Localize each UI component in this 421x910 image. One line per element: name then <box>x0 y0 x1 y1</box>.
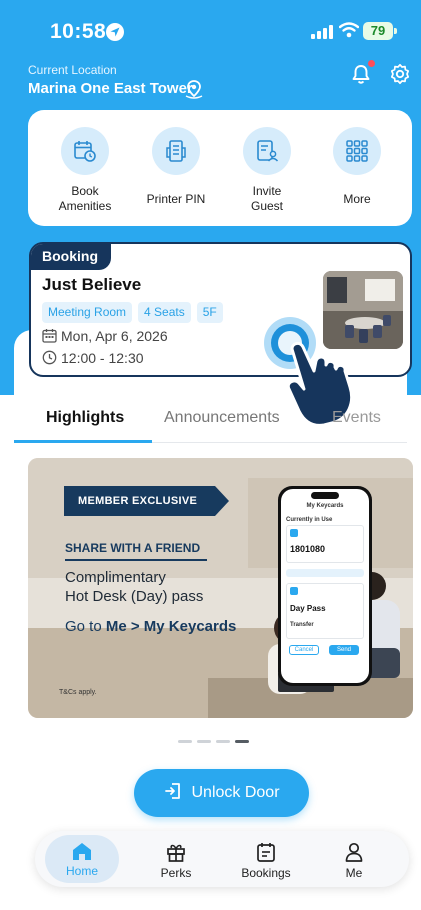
nav-bookings-label: Bookings <box>241 866 291 880</box>
nav-home[interactable]: Home <box>45 835 119 883</box>
banner-offer: Complimentary Hot Desk (Day) pass <box>65 568 203 606</box>
chip-seats: 4 Seats <box>138 302 191 323</box>
settings-gear-icon[interactable] <box>389 63 411 85</box>
notification-badge <box>368 60 375 67</box>
booking-date-row: Mon, Apr 6, 2026 <box>42 328 168 344</box>
phone-send: Send <box>329 645 359 655</box>
phone-pass-card: Day Pass Transfer <box>286 583 364 639</box>
phone-transfer: Transfer <box>290 622 314 628</box>
bottom-navigation: Home Perks Bookings Me <box>35 831 409 887</box>
nav-perks[interactable]: Perks <box>141 831 211 887</box>
quick-action-book-amenities[interactable]: Book Amenities <box>42 127 128 214</box>
banner-goto-path: Me > My Keycards <box>105 618 237 635</box>
grid-icon <box>333 127 381 175</box>
door-enter-icon <box>165 783 181 799</box>
phone-screen: My Keycards Currently in Use 1801080 Day… <box>281 489 369 683</box>
nav-me[interactable]: Me <box>319 831 389 887</box>
location-services-icon <box>106 23 124 41</box>
status-bar: 10:58 79 <box>0 0 421 60</box>
calendar-clock-icon <box>61 127 109 175</box>
quick-action-label: Book Amenities <box>58 184 112 213</box>
banner-offer-line2: Hot Desk (Day) pass <box>65 588 204 605</box>
chip-floor: 5F <box>196 302 223 323</box>
phone-pass-title: Day Pass <box>290 604 326 613</box>
banner-headline: SHARE WITH A FRIEND <box>65 541 201 555</box>
banner-instruction: Go to Me > My Keycards <box>65 618 236 635</box>
booking-time: 12:00 - 12:30 <box>61 350 144 366</box>
tab-announcements[interactable]: Announcements <box>164 409 280 427</box>
promo-banner[interactable]: MEMBER EXCLUSIVE SHARE WITH A FRIEND Com… <box>28 458 413 718</box>
content-tabs: Highlights Announcements Events <box>14 395 407 443</box>
guest-badge-icon <box>243 127 291 175</box>
booking-room-name: Just Believe <box>42 275 142 294</box>
phone-notch <box>311 492 339 499</box>
unlock-door-label: Unlock Door <box>191 784 280 801</box>
bookings-calendar-icon <box>257 843 275 862</box>
carousel-dot[interactable] <box>197 740 211 743</box>
nav-perks-label: Perks <box>160 866 192 880</box>
banner-offer-line1: Complimentary <box>65 569 166 586</box>
carousel-dot[interactable] <box>178 740 192 743</box>
booking-chips: Meeting Room 4 Seats 5F <box>42 302 229 323</box>
wifi-icon <box>339 22 359 38</box>
location-label: Current Location <box>28 63 117 77</box>
chip-room-type: Meeting Room <box>42 302 133 323</box>
headline-underline <box>65 559 207 561</box>
booking-time-row: 12:00 - 12:30 <box>42 350 144 366</box>
unlock-door-button[interactable]: Unlock Door <box>134 769 309 817</box>
quick-action-more[interactable]: More <box>314 127 400 207</box>
quick-actions-card: Book Amenities Printer PIN Invite Guest … <box>28 110 412 226</box>
clock-icon <box>42 350 57 365</box>
tab-highlights[interactable]: Highlights <box>46 409 124 427</box>
quick-action-label: Printer PIN <box>146 192 206 206</box>
carousel-dot-active[interactable] <box>235 740 249 743</box>
phone-title: My Keycards <box>306 503 344 509</box>
status-time: 10:58 <box>50 20 107 43</box>
banner-phone-mockup: My Keycards Currently in Use 1801080 Day… <box>278 486 372 686</box>
home-icon <box>73 843 91 860</box>
location-pin-icon[interactable] <box>184 79 204 99</box>
phone-section: Currently in Use <box>286 517 333 523</box>
battery-indicator: 79 <box>363 22 397 40</box>
carousel-indicator <box>178 730 254 748</box>
quick-action-label: Invite Guest <box>250 184 283 213</box>
signal-icon <box>311 25 333 39</box>
quick-action-printer-pin[interactable]: Printer PIN <box>133 127 219 207</box>
member-exclusive-tag: MEMBER EXCLUSIVE <box>64 486 230 516</box>
nav-home-label: Home <box>65 864 98 878</box>
banner-goto-prefix: Go to <box>65 618 106 635</box>
booking-date: Mon, Apr 6, 2026 <box>61 328 168 344</box>
tab-events[interactable]: Events <box>332 409 381 427</box>
banner-terms: T&Cs apply. <box>59 689 97 696</box>
active-tab-indicator <box>14 440 152 443</box>
phone-keycard: 1801080 <box>286 525 364 563</box>
person-icon <box>345 842 363 862</box>
nav-me-label: Me <box>345 866 363 880</box>
phone-cancel: Cancel <box>289 645 319 655</box>
phone-code: 1801080 <box>290 544 326 554</box>
calendar-icon <box>42 329 57 343</box>
quick-action-invite-guest[interactable]: Invite Guest <box>224 127 310 214</box>
nav-bookings[interactable]: Bookings <box>231 831 301 887</box>
location-name[interactable]: Marina One East Tower <box>28 80 193 97</box>
printer-icon <box>152 127 200 175</box>
carousel-dot[interactable] <box>216 740 230 743</box>
booking-tag: Booking <box>31 244 111 270</box>
gift-icon <box>167 844 185 862</box>
quick-action-label: More <box>343 192 371 206</box>
